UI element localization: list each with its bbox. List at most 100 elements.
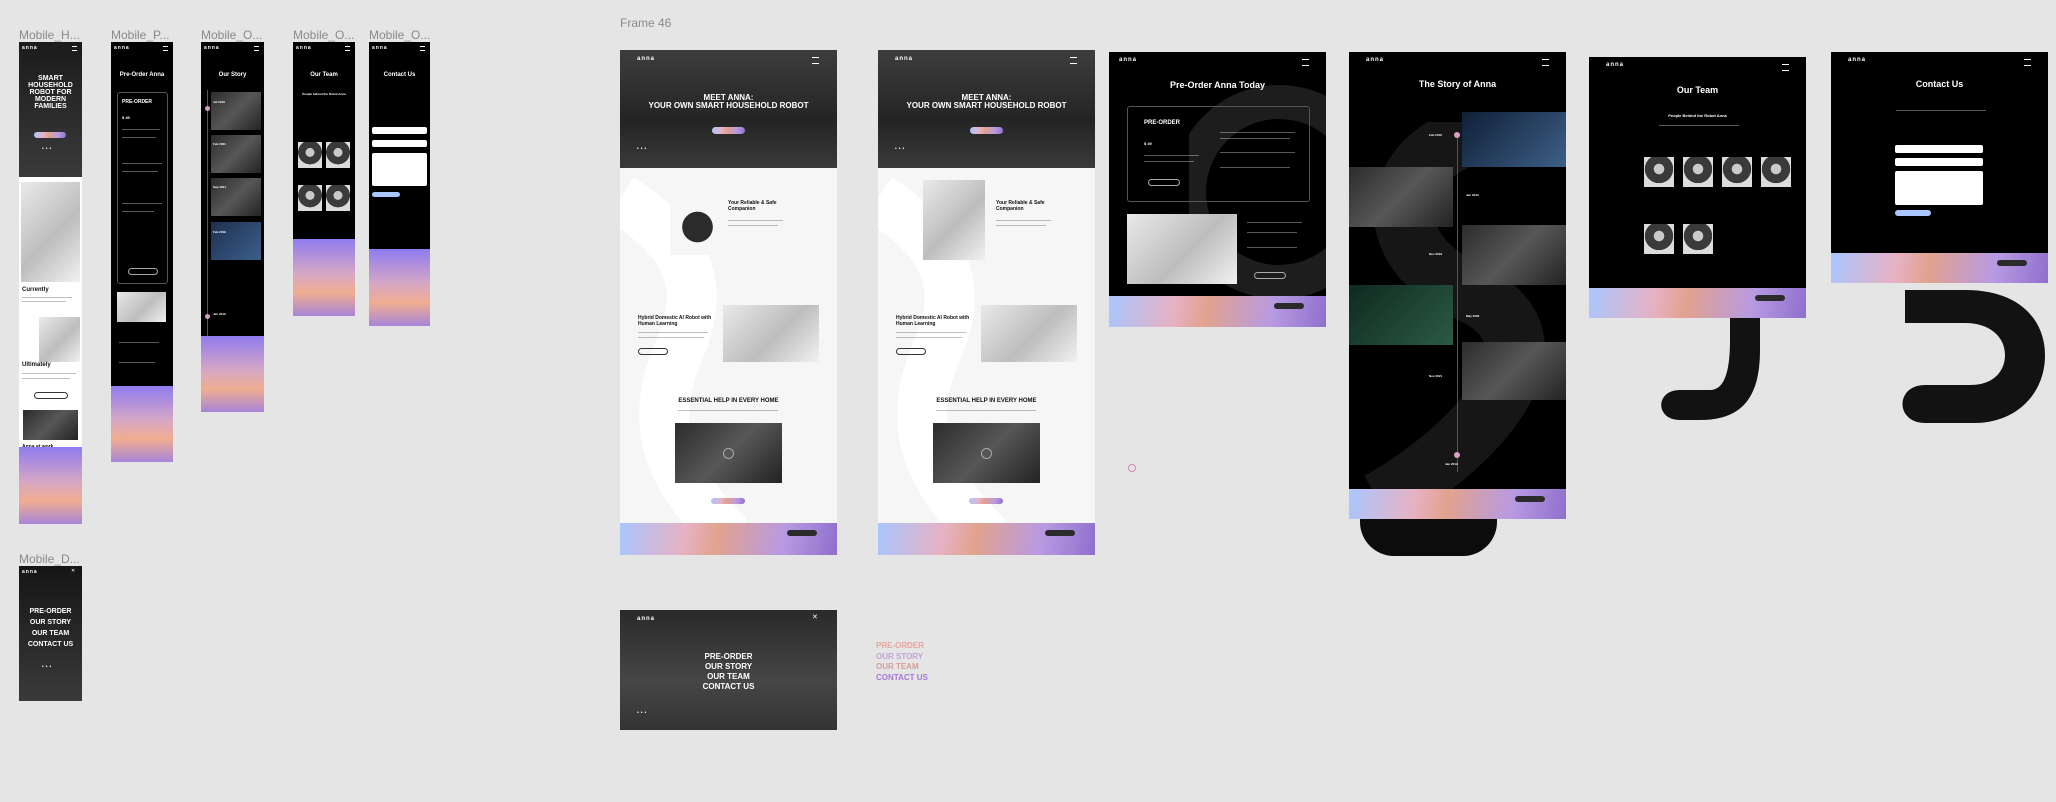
legend-item-preorder[interactable]: PRE-ORDER bbox=[876, 641, 928, 652]
text-line bbox=[122, 171, 158, 172]
brand-logo[interactable]: anna bbox=[372, 45, 388, 51]
brand-logo[interactable]: anna bbox=[1606, 62, 1624, 68]
desktop-preorder-frame[interactable]: anna Pre-Order Anna Today PRE-ORDER $ 49 bbox=[1109, 52, 1326, 327]
message-field[interactable] bbox=[372, 153, 427, 186]
email-field[interactable] bbox=[1895, 158, 1983, 166]
name-field[interactable] bbox=[372, 127, 427, 134]
text-line bbox=[728, 220, 783, 221]
hero-cta-button[interactable] bbox=[712, 127, 745, 134]
preorder-submit-button[interactable] bbox=[128, 268, 158, 275]
social-icons[interactable]: ••• bbox=[637, 146, 648, 152]
desktop-menu-frame[interactable]: anna ✕ PRE-ORDER OUR STORY OUR TEAM CONT… bbox=[620, 610, 837, 730]
menu-icon[interactable] bbox=[163, 46, 168, 51]
social-icons[interactable]: ••• bbox=[42, 664, 53, 670]
mobile-story-label[interactable]: Mobile_O... bbox=[201, 28, 262, 42]
team-photo bbox=[1644, 224, 1674, 254]
desktop-team-frame[interactable]: anna Our Team People Behind the Robot An… bbox=[1589, 57, 1806, 318]
mobile-team-label[interactable]: Mobile_O... bbox=[293, 28, 354, 42]
preorder-button[interactable] bbox=[969, 498, 1003, 504]
close-icon[interactable]: ✕ bbox=[812, 613, 818, 621]
mobile-menu-label[interactable]: Mobile_D... bbox=[19, 552, 80, 566]
preorder-box[interactable]: PRE-ORDER $ 49 bbox=[117, 92, 168, 284]
learn-more-button[interactable] bbox=[638, 348, 668, 355]
brand-logo[interactable]: anna bbox=[637, 616, 655, 622]
hero-cta-button[interactable] bbox=[34, 132, 66, 138]
brand-logo[interactable]: anna bbox=[22, 45, 38, 51]
frame-46-label[interactable]: Frame 46 bbox=[620, 16, 671, 30]
menu-icon[interactable] bbox=[254, 46, 259, 51]
menu-item-preorder[interactable]: PRE-ORDER bbox=[19, 608, 82, 615]
brand-logo[interactable]: anna bbox=[296, 45, 312, 51]
footer-cta-button[interactable] bbox=[1274, 303, 1304, 309]
timeline-dot[interactable] bbox=[205, 106, 210, 111]
menu-icon[interactable] bbox=[812, 57, 819, 64]
brand-logo[interactable]: anna bbox=[22, 569, 38, 575]
footer-cta-button[interactable] bbox=[1515, 496, 1545, 502]
brand-logo[interactable]: anna bbox=[114, 45, 130, 51]
brand-logo[interactable]: anna bbox=[1848, 57, 1866, 63]
legend-item-contact[interactable]: CONTACT US bbox=[876, 673, 928, 684]
desktop-home-frame-variant[interactable]: anna MEET ANNA: YOUR OWN SMART HOUSEHOLD… bbox=[878, 50, 1095, 555]
menu-icon[interactable] bbox=[1302, 59, 1309, 66]
name-field[interactable] bbox=[1895, 145, 1983, 153]
carousel-dots[interactable]: ••• bbox=[42, 146, 53, 152]
brand-logo[interactable]: anna bbox=[1366, 57, 1384, 63]
menu-icon[interactable] bbox=[2024, 59, 2031, 66]
menu-icon[interactable] bbox=[345, 46, 350, 51]
timeline-dot[interactable] bbox=[1454, 132, 1460, 138]
menu-item-contact[interactable]: CONTACT US bbox=[620, 682, 837, 691]
mobile-story-frame[interactable]: anna Our Story Jul 2019 Feb 2021 Sep 202… bbox=[201, 42, 264, 412]
close-icon[interactable]: ✕ bbox=[71, 568, 75, 574]
menu-item-preorder[interactable]: PRE-ORDER bbox=[620, 652, 837, 661]
hero-cta-button[interactable] bbox=[970, 127, 1003, 134]
brand-logo[interactable]: anna bbox=[204, 45, 220, 51]
social-icons[interactable]: ••• bbox=[637, 710, 648, 716]
menu-item-story[interactable]: OUR STORY bbox=[19, 619, 82, 626]
email-field[interactable] bbox=[372, 140, 427, 147]
timeline-dot[interactable] bbox=[205, 314, 210, 319]
footer-cta-button[interactable] bbox=[1755, 295, 1785, 301]
play-icon[interactable] bbox=[723, 448, 734, 459]
mobile-contact-frame[interactable]: anna Contact Us bbox=[369, 42, 430, 326]
social-icons[interactable]: ••• bbox=[895, 146, 906, 152]
play-icon[interactable] bbox=[981, 448, 992, 459]
send-button[interactable] bbox=[1895, 210, 1931, 216]
preorder-box[interactable]: PRE-ORDER $ 49 bbox=[1127, 106, 1310, 202]
desktop-footer bbox=[1109, 296, 1326, 327]
footer-cta-button[interactable] bbox=[1045, 530, 1075, 536]
legend-item-team[interactable]: OUR TEAM bbox=[876, 662, 928, 673]
brand-logo[interactable]: anna bbox=[895, 56, 913, 62]
menu-icon[interactable] bbox=[420, 46, 425, 51]
desktop-story-frame[interactable]: anna The Story of Anna Feb 2019 Jan 2019… bbox=[1349, 52, 1566, 519]
learn-more-button[interactable] bbox=[896, 348, 926, 355]
brand-logo[interactable]: anna bbox=[637, 56, 655, 62]
desktop-contact-frame[interactable]: anna Contact Us bbox=[1831, 52, 2048, 283]
preorder-button[interactable] bbox=[711, 498, 745, 504]
mobile-preorder-label[interactable]: Mobile_P... bbox=[111, 28, 169, 42]
mobile-menu-frame[interactable]: anna ✕ PRE-ORDER OUR STORY OUR TEAM CONT… bbox=[19, 566, 82, 701]
message-field[interactable] bbox=[1895, 171, 1983, 205]
buy-button[interactable] bbox=[1254, 272, 1286, 279]
learn-more-button[interactable] bbox=[34, 392, 68, 399]
mobile-home-frame[interactable]: anna SMART HOUSEHOLD ROBOT FOR MODERN FA… bbox=[19, 42, 82, 524]
brand-logo[interactable]: anna bbox=[1119, 57, 1137, 63]
menu-item-contact[interactable]: CONTACT US bbox=[19, 641, 82, 648]
mobile-contact-label[interactable]: Mobile_O... bbox=[369, 28, 430, 42]
mobile-team-frame[interactable]: anna Our Team People behind the Robot An… bbox=[293, 42, 355, 316]
mobile-home-label[interactable]: Mobile_H... bbox=[19, 28, 80, 42]
menu-item-story[interactable]: OUR STORY bbox=[620, 662, 837, 671]
footer-cta-button[interactable] bbox=[1997, 260, 2027, 266]
menu-icon[interactable] bbox=[1070, 57, 1077, 64]
timeline-dot[interactable] bbox=[1454, 452, 1460, 458]
preorder-submit-button[interactable] bbox=[1148, 179, 1180, 186]
footer-cta-button[interactable] bbox=[787, 530, 817, 536]
menu-icon[interactable] bbox=[72, 46, 77, 51]
menu-item-team[interactable]: OUR TEAM bbox=[19, 630, 82, 637]
mobile-preorder-frame[interactable]: anna Pre-Order Anna PRE-ORDER $ 49 bbox=[111, 42, 173, 462]
desktop-home-frame[interactable]: anna MEET ANNA: YOUR OWN SMART HOUSEHOLD… bbox=[620, 50, 837, 555]
menu-icon[interactable] bbox=[1542, 59, 1549, 66]
menu-icon[interactable] bbox=[1782, 64, 1789, 71]
send-button[interactable] bbox=[372, 192, 400, 197]
legend-item-story[interactable]: OUR STORY bbox=[876, 652, 928, 663]
menu-item-team[interactable]: OUR TEAM bbox=[620, 672, 837, 681]
